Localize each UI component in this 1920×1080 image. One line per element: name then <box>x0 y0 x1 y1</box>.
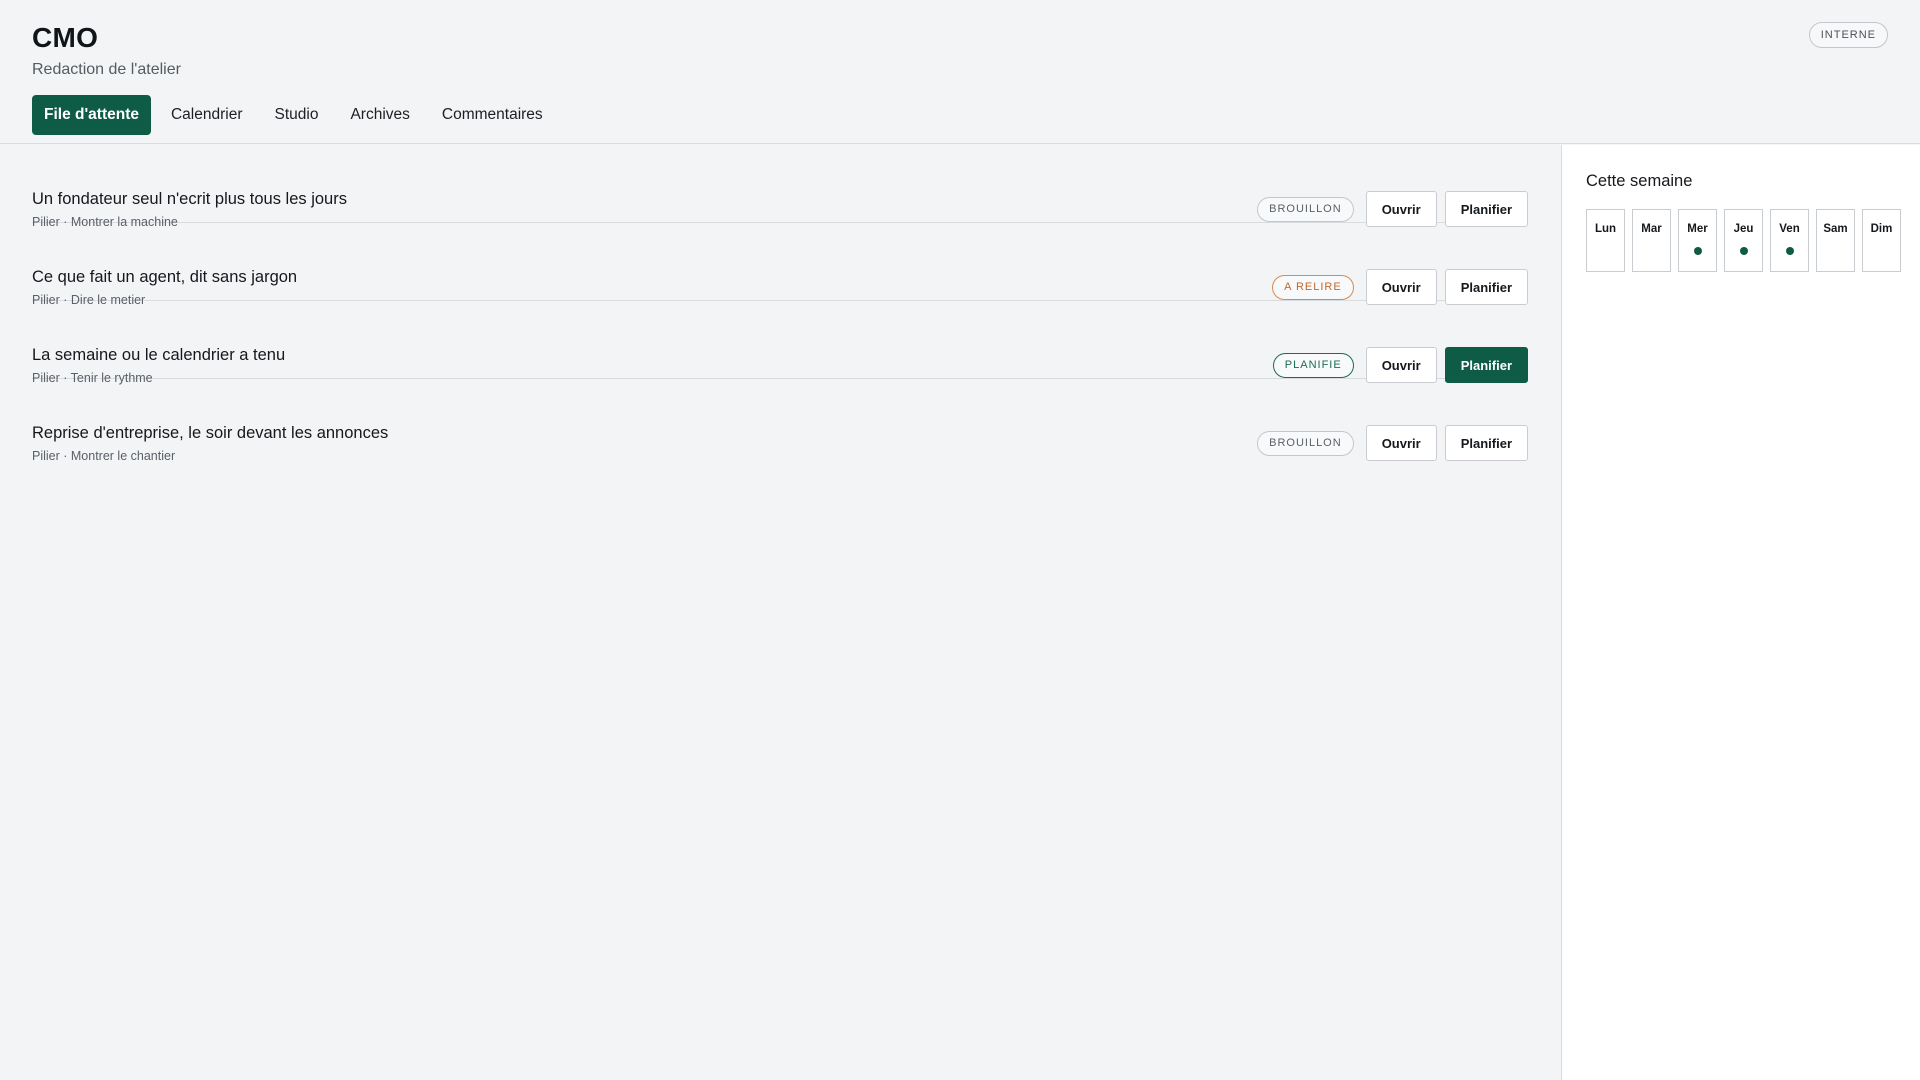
queue-item: Ce que fait un agent, dit sans jargon Pi… <box>32 223 1528 307</box>
day-label: Dim <box>1870 223 1893 235</box>
day-label: Jeu <box>1733 223 1754 235</box>
queue-item-actions: BROUILLON Ouvrir Planifier <box>1257 191 1528 227</box>
tab-bar: File d'attente Calendrier Studio Archive… <box>32 95 555 135</box>
app-title: CMO <box>32 22 99 53</box>
week-strip: Lun Mar Mer Jeu Ven Sam Dim <box>1586 209 1901 272</box>
week-panel: Cette semaine Lun Mar Mer Jeu Ven Sam Di… <box>1561 145 1920 1080</box>
queue-item-title: Reprise d'entreprise, le soir devant les… <box>32 424 389 442</box>
tab-comments[interactable]: Commentaires <box>430 95 555 135</box>
app-subtitle: Redaction de l'atelier <box>32 61 181 78</box>
queue-item-title: Un fondateur seul n'ecrit plus tous les … <box>32 190 347 208</box>
schedule-button[interactable]: Planifier <box>1444 269 1528 305</box>
day-label: Lun <box>1594 223 1617 235</box>
day-cell-tuesday[interactable]: Mar <box>1632 209 1671 272</box>
status-badge: A RELIRE <box>1272 274 1354 300</box>
day-cell-thursday[interactable]: Jeu <box>1724 209 1763 272</box>
day-label: Mar <box>1641 223 1662 235</box>
queue-item-actions: A RELIRE Ouvrir Planifier <box>1272 269 1528 305</box>
app-header: CMO Redaction de l'atelier INTERNE File … <box>0 0 1920 144</box>
status-badge: BROUILLON <box>1257 196 1354 222</box>
status-badge: BROUILLON <box>1257 430 1354 456</box>
day-cell-wednesday[interactable]: Mer <box>1678 209 1717 272</box>
schedule-button[interactable]: Planifier <box>1444 191 1528 227</box>
open-button[interactable]: Ouvrir <box>1365 191 1437 227</box>
day-cell-monday[interactable]: Lun <box>1586 209 1625 272</box>
schedule-button[interactable]: Planifier <box>1444 425 1528 461</box>
open-button[interactable]: Ouvrir <box>1365 269 1437 305</box>
status-badge: PLANIFIE <box>1272 352 1354 378</box>
queue-item-title: La semaine ou le calendrier a tenu <box>32 346 286 364</box>
schedule-button[interactable]: Planifier <box>1444 347 1528 383</box>
tab-queue[interactable]: File d'attente <box>32 95 151 135</box>
day-label: Sam <box>1823 223 1848 235</box>
tab-studio[interactable]: Studio <box>263 95 331 135</box>
scheduled-dot-icon <box>1740 247 1748 255</box>
queue-item-actions: PLANIFIE Ouvrir Planifier <box>1272 347 1528 383</box>
queue-item: La semaine ou le calendrier a tenu Pilie… <box>32 301 1528 385</box>
queue-item: Reprise d'entreprise, le soir devant les… <box>32 379 1528 463</box>
open-button[interactable]: Ouvrir <box>1365 347 1437 383</box>
day-cell-sunday[interactable]: Dim <box>1862 209 1901 272</box>
scheduled-dot-icon <box>1694 247 1702 255</box>
day-label: Mer <box>1687 223 1708 235</box>
tab-archives[interactable]: Archives <box>338 95 421 135</box>
queue-list: Un fondateur seul n'ecrit plus tous les … <box>0 145 1560 1080</box>
day-cell-saturday[interactable]: Sam <box>1816 209 1855 272</box>
open-button[interactable]: Ouvrir <box>1365 425 1437 461</box>
week-panel-title: Cette semaine <box>1586 172 1693 190</box>
day-label: Ven <box>1779 223 1800 235</box>
queue-item-title: Ce que fait un agent, dit sans jargon <box>32 268 298 286</box>
environment-badge: INTERNE <box>1808 22 1888 48</box>
queue-item-actions: BROUILLON Ouvrir Planifier <box>1257 425 1528 461</box>
scheduled-dot-icon <box>1786 247 1794 255</box>
queue-item-meta: Pilier · Montrer le chantier <box>32 449 176 463</box>
day-cell-friday[interactable]: Ven <box>1770 209 1809 272</box>
tab-calendar[interactable]: Calendrier <box>159 95 255 135</box>
queue-item: Un fondateur seul n'ecrit plus tous les … <box>32 145 1528 229</box>
